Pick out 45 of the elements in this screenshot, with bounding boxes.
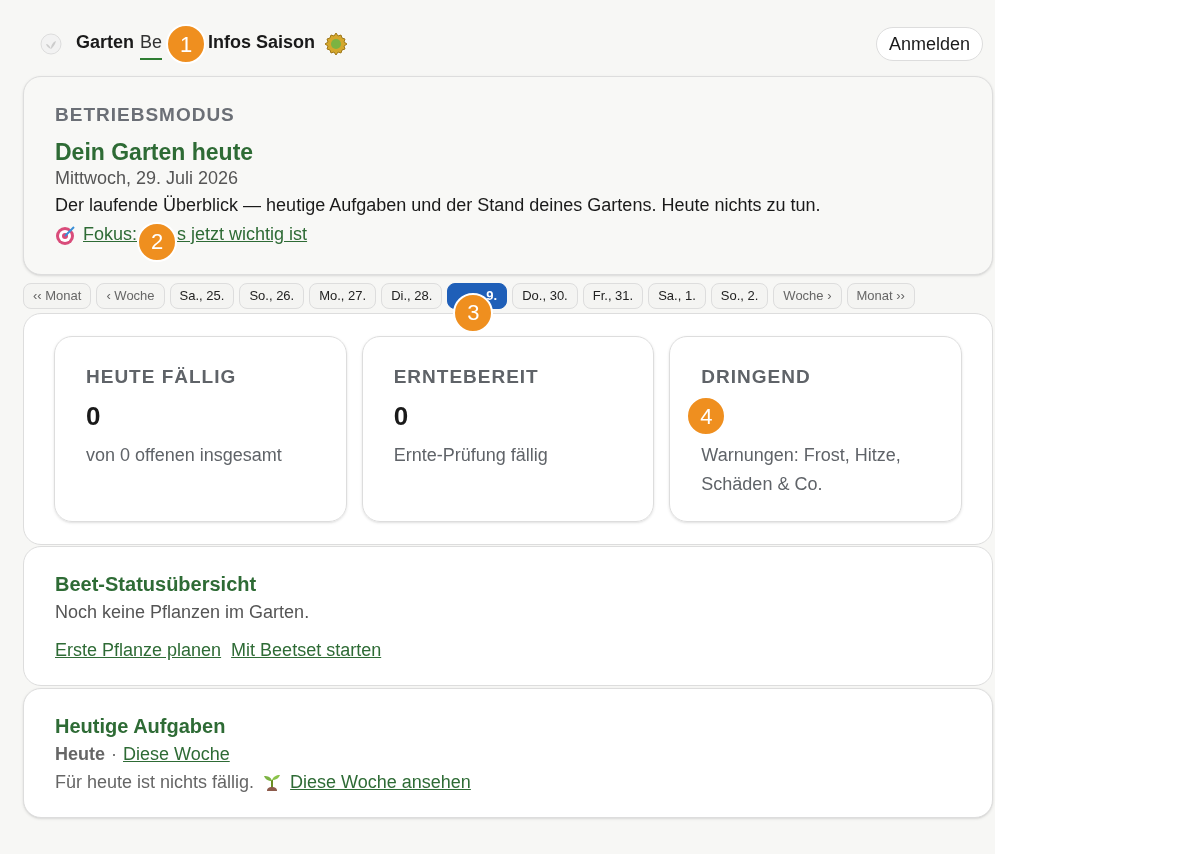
login-button[interactable]: Anmelden: [875, 27, 983, 61]
task-tab[interactable]: Diese Woche: [123, 740, 230, 767]
week-link[interactable]: Diese Woche ansehen: [290, 766, 471, 797]
separator-dot: ·: [111, 742, 117, 766]
section-eyebrow: BETRIEBSMODUS: [55, 103, 236, 127]
date-nav-button[interactable]: ‹‹ Monat: [23, 282, 92, 309]
empty-message: Für heute ist nichts fällig.: [55, 770, 255, 794]
gear-icon: [323, 31, 350, 57]
date-nav-button[interactable]: Monat ››: [846, 282, 915, 309]
nav-link[interactable]: Be: [140, 28, 163, 60]
nav-link[interactable]: Garten: [76, 28, 135, 60]
focus-link[interactable]: Fokus:: [83, 221, 138, 248]
date-nav-button[interactable]: ‹ Woche: [96, 282, 165, 309]
nav-link[interactable]: Infos Saison: [208, 28, 316, 60]
date-nav-button[interactable]: Woche ›: [773, 282, 842, 309]
action-link[interactable]: Mit Beetset starten: [231, 636, 382, 664]
hero-date: Mittwoch, 29. Juli 2026: [55, 166, 240, 190]
day-chip[interactable]: So., 26.: [239, 282, 305, 309]
day-chip[interactable]: Do., 30.: [512, 282, 578, 309]
annotation-marker: 1: [166, 24, 207, 64]
stat-title: DRINGEND: [701, 364, 812, 389]
task-tab[interactable]: Heute: [55, 740, 105, 767]
card-title: Heutige Aufgaben: [55, 713, 227, 739]
card-title: Beet-Statusübersicht: [55, 571, 258, 597]
annotation-marker: 4: [686, 396, 727, 436]
target-icon: [55, 223, 77, 246]
stat-value: 0: [393, 399, 409, 433]
focus-link[interactable]: s jetzt wichtig ist: [177, 221, 308, 248]
stat-description: Warnungen: Frost, Hitze, Schäden & Co.: [701, 444, 902, 496]
stat-value: 0: [86, 399, 101, 433]
stat-description: Ernte-Prüfung fällig: [393, 444, 549, 467]
annotation-marker: 2: [137, 221, 178, 262]
day-chip[interactable]: So., 2.: [710, 282, 769, 309]
day-chip[interactable]: Di., 28.: [381, 282, 443, 309]
day-chip[interactable]: Sa., 1.: [648, 282, 706, 309]
day-chip[interactable]: Mo., 27.: [309, 282, 377, 309]
day-chip[interactable]: Sa., 25.: [169, 282, 235, 309]
hero-title: Dein Garten heute: [55, 137, 255, 166]
hero-description: Der laufende Überblick — heutige Aufgaben und der Stand deines Gartens. Heute nichts zu tun.: [55, 193, 822, 217]
stat-title: HEUTE FÄLLIG: [86, 364, 238, 389]
stat-title: ERNTEBEREIT: [393, 364, 540, 389]
action-link[interactable]: Erste Pflanze planen: [55, 636, 222, 664]
card-text: Noch keine Pflanzen im Garten.: [55, 600, 311, 624]
stat-description: von 0 offenen insgesamt: [86, 444, 283, 467]
day-chip[interactable]: Fr., 31.: [582, 282, 644, 309]
